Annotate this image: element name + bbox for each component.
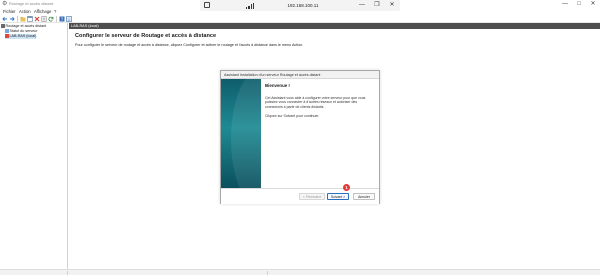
console-tree-icon[interactable]: [27, 16, 33, 22]
remote-host-label: 192.168.100.11: [287, 3, 319, 8]
wizard-heading: Bienvenue !: [265, 83, 290, 88]
wizard-continue-text: Cliquez sur Suivant pour continuer.: [265, 113, 320, 118]
routing-app-icon: ⚙: [2, 1, 8, 7]
back-arrow-icon[interactable]: [2, 16, 8, 22]
wizard-content: Bienvenue ! Cet Assistant vous aide à co…: [265, 83, 375, 118]
wizard-titlebar: Assistant Installation d'un serveur Rout…: [221, 71, 379, 79]
forward-arrow-icon[interactable]: [9, 16, 15, 22]
server-status-icon: [5, 29, 9, 33]
tree-item-lab-ras-label: LAB-RAS (local): [9, 34, 37, 38]
window-close-button[interactable]: ✕: [586, 0, 600, 9]
pane-header: LAB-RAS (local): [69, 23, 600, 29]
page-title: Configurer le serveur de Routage et accè…: [75, 33, 217, 39]
status-bar: [0, 269, 600, 275]
pin-icon[interactable]: [204, 2, 210, 8]
tree-root-label: Routage et accès distant: [5, 24, 47, 28]
signal-bars-icon[interactable]: [246, 2, 256, 9]
page-description: Pour configurer le serveur de routage et…: [75, 43, 304, 47]
wizard-intro-text: Cet Assistant vous aide à configurer vot…: [265, 96, 366, 109]
next-button[interactable]: Suivant >: [327, 193, 349, 200]
refresh-icon[interactable]: [48, 16, 54, 22]
wizard-side-banner: [221, 79, 261, 188]
wizard-footer: < Précédent Suivant > Annuler: [221, 188, 379, 204]
wizard-title: Assistant Installation d'un serveur Rout…: [224, 73, 321, 77]
pane-header-label: LAB-RAS (local): [71, 24, 99, 28]
properties-icon[interactable]: [41, 16, 47, 22]
tree-item-lab-ras[interactable]: LAB-RAS (local): [5, 34, 37, 39]
step-marker-badge: 1: [343, 184, 350, 191]
previous-button[interactable]: < Précédent: [299, 193, 325, 200]
window-maximize-button[interactable]: □: [572, 0, 586, 9]
help-icon[interactable]: ?: [59, 16, 65, 22]
tree-item-statut-label: Statut du serveur: [9, 29, 38, 33]
window-title: Routage et accès distant: [9, 1, 54, 6]
server-stopped-icon: [5, 34, 9, 38]
console-tree: Routage et accès distant Statut du serve…: [0, 23, 68, 269]
window-minimize-button[interactable]: —: [558, 0, 572, 9]
routing-icon: [1, 24, 5, 28]
folder-up-icon[interactable]: [20, 16, 26, 22]
delete-icon[interactable]: [34, 16, 40, 22]
toolbar: ?: [0, 15, 600, 23]
cancel-button[interactable]: Annuler: [353, 193, 375, 200]
setup-wizard-dialog: Assistant Installation d'un serveur Rout…: [220, 70, 380, 204]
export-list-icon[interactable]: [66, 16, 72, 22]
